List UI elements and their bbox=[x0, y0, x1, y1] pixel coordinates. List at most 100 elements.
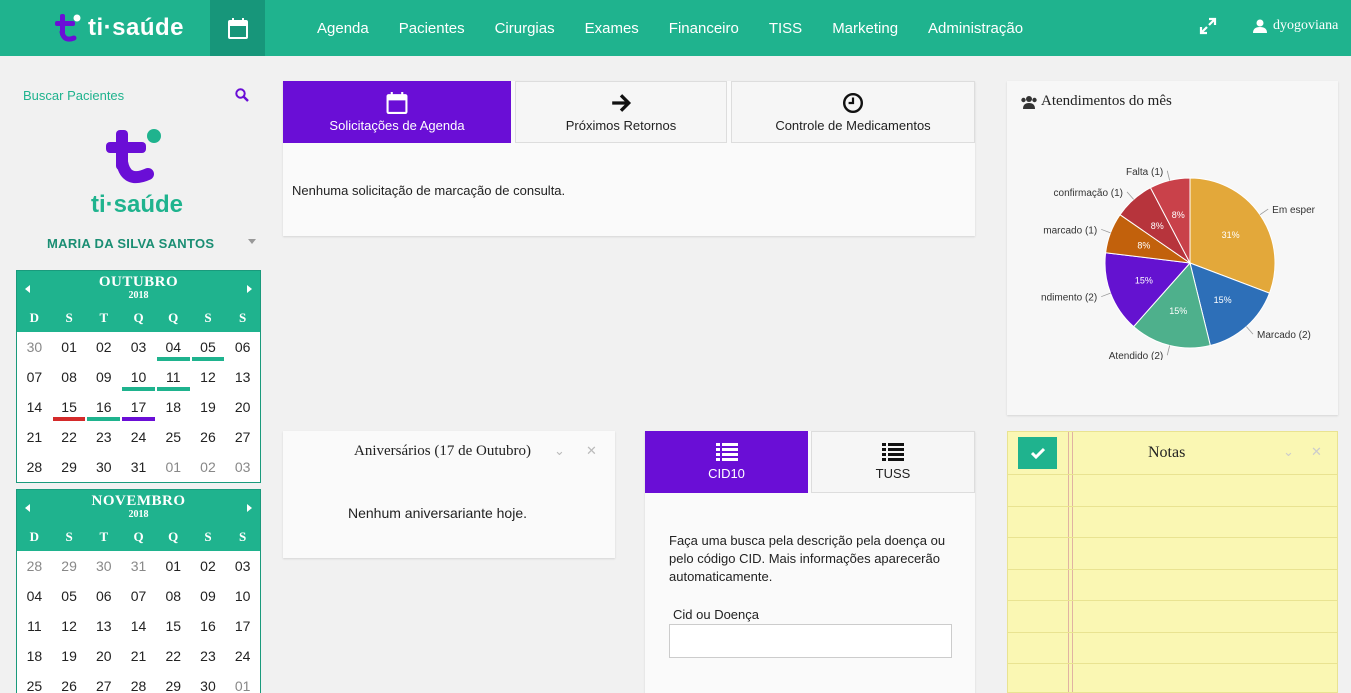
calendar-day[interactable]: 22 bbox=[52, 422, 87, 452]
calendar-button[interactable] bbox=[210, 0, 265, 56]
calendar-day[interactable]: 24 bbox=[121, 422, 156, 452]
calendar-day[interactable]: 01 bbox=[52, 332, 87, 362]
prev-month-icon[interactable] bbox=[25, 504, 30, 512]
calendar-day[interactable]: 17 bbox=[121, 392, 156, 422]
calendar-day[interactable]: 27 bbox=[86, 671, 121, 693]
calendar-day[interactable]: 15 bbox=[156, 611, 191, 641]
calendar-day[interactable]: 13 bbox=[225, 362, 260, 392]
calendar-day[interactable]: 03 bbox=[225, 452, 260, 482]
next-month-icon[interactable] bbox=[247, 285, 252, 293]
calendar-day[interactable]: 20 bbox=[86, 641, 121, 671]
calendar-day[interactable]: 02 bbox=[191, 452, 226, 482]
calendar-day[interactable]: 16 bbox=[191, 611, 226, 641]
calendar-day[interactable]: 01 bbox=[225, 671, 260, 693]
calendar-day[interactable]: 31 bbox=[121, 452, 156, 482]
search-icon[interactable] bbox=[235, 88, 249, 102]
menu-agenda[interactable]: Agenda bbox=[317, 20, 369, 37]
calendar-day[interactable]: 02 bbox=[86, 332, 121, 362]
close-icon[interactable]: ✕ bbox=[1311, 444, 1322, 460]
tab-proximos-retornos[interactable]: Próximos Retornos bbox=[515, 81, 727, 143]
calendar-day[interactable]: 11 bbox=[156, 362, 191, 392]
patient-selector[interactable]: MARIA DA SILVA SANTOS bbox=[30, 236, 260, 254]
calendar-day[interactable]: 30 bbox=[17, 332, 52, 362]
menu-exames[interactable]: Exames bbox=[585, 20, 639, 37]
calendar-day[interactable]: 20 bbox=[225, 392, 260, 422]
brand-logo[interactable]: ti·saúde bbox=[54, 8, 184, 48]
calendar-day[interactable]: 22 bbox=[156, 641, 191, 671]
expand-icon[interactable] bbox=[1198, 16, 1218, 36]
patient-search[interactable]: Buscar Pacientes bbox=[23, 88, 253, 108]
tab-solicitacoes[interactable]: Solicitações de Agenda bbox=[283, 81, 511, 143]
calendar-day[interactable]: 07 bbox=[121, 581, 156, 611]
calendar-day[interactable]: 23 bbox=[86, 422, 121, 452]
calendar-day[interactable]: 25 bbox=[156, 422, 191, 452]
calendar-day[interactable]: 18 bbox=[156, 392, 191, 422]
calendar-day[interactable]: 06 bbox=[86, 581, 121, 611]
calendar-day[interactable]: 03 bbox=[121, 332, 156, 362]
calendar-day[interactable]: 27 bbox=[225, 422, 260, 452]
calendar-day[interactable]: 11 bbox=[17, 611, 52, 641]
menu-pacientes[interactable]: Pacientes bbox=[399, 20, 465, 37]
close-icon[interactable]: ✕ bbox=[586, 443, 597, 459]
prev-month-icon[interactable] bbox=[25, 285, 30, 293]
calendar-day[interactable]: 01 bbox=[156, 452, 191, 482]
calendar-day[interactable]: 30 bbox=[86, 551, 121, 581]
next-month-icon[interactable] bbox=[247, 504, 252, 512]
calendar-day[interactable]: 12 bbox=[52, 611, 87, 641]
calendar-day[interactable]: 07 bbox=[17, 362, 52, 392]
calendar-day[interactable]: 26 bbox=[52, 671, 87, 693]
calendar-day[interactable]: 05 bbox=[191, 332, 226, 362]
calendar-day[interactable]: 30 bbox=[86, 452, 121, 482]
calendar-day[interactable]: 18 bbox=[17, 641, 52, 671]
collapse-icon[interactable]: ⌄ bbox=[1283, 444, 1294, 460]
calendar-day[interactable]: 08 bbox=[156, 581, 191, 611]
tab-cid10[interactable]: CID10 bbox=[645, 431, 808, 493]
calendar-day[interactable]: 17 bbox=[225, 611, 260, 641]
calendar-day[interactable]: 08 bbox=[52, 362, 87, 392]
menu-cirurgias[interactable]: Cirurgias bbox=[495, 20, 555, 37]
calendar-day[interactable]: 15 bbox=[52, 392, 87, 422]
calendar-day[interactable]: 25 bbox=[17, 671, 52, 693]
calendar-day[interactable]: 28 bbox=[17, 551, 52, 581]
calendar-day[interactable]: 10 bbox=[121, 362, 156, 392]
calendar-day[interactable]: 09 bbox=[86, 362, 121, 392]
menu-tiss[interactable]: TISS bbox=[769, 20, 802, 37]
calendar-day[interactable]: 19 bbox=[191, 392, 226, 422]
calendar-day[interactable]: 04 bbox=[156, 332, 191, 362]
calendar-day[interactable]: 02 bbox=[191, 551, 226, 581]
calendar-day[interactable]: 21 bbox=[17, 422, 52, 452]
calendar-day[interactable]: 10 bbox=[225, 581, 260, 611]
search-input[interactable]: Buscar Pacientes bbox=[23, 88, 124, 103]
calendar-day[interactable]: 26 bbox=[191, 422, 226, 452]
calendar-day[interactable]: 29 bbox=[52, 551, 87, 581]
cid-search-input[interactable] bbox=[669, 624, 952, 658]
menu-financeiro[interactable]: Financeiro bbox=[669, 20, 739, 37]
calendar-day[interactable]: 23 bbox=[191, 641, 226, 671]
tab-tuss[interactable]: TUSS bbox=[811, 431, 975, 493]
calendar-day[interactable]: 24 bbox=[225, 641, 260, 671]
menu-administracao[interactable]: Administração bbox=[928, 20, 1023, 37]
tab-controle-medicamentos[interactable]: Controle de Medicamentos bbox=[731, 81, 975, 143]
collapse-icon[interactable]: ⌄ bbox=[554, 443, 565, 459]
calendar-day[interactable]: 19 bbox=[52, 641, 87, 671]
calendar-day[interactable]: 13 bbox=[86, 611, 121, 641]
calendar-day[interactable]: 31 bbox=[121, 551, 156, 581]
calendar-day[interactable]: 29 bbox=[52, 452, 87, 482]
calendar-day[interactable]: 29 bbox=[156, 671, 191, 693]
calendar-day[interactable]: 12 bbox=[191, 362, 226, 392]
calendar-day[interactable]: 01 bbox=[156, 551, 191, 581]
calendar-day[interactable]: 14 bbox=[121, 611, 156, 641]
calendar-day[interactable]: 30 bbox=[191, 671, 226, 693]
calendar-day[interactable]: 09 bbox=[191, 581, 226, 611]
calendar-day[interactable]: 14 bbox=[17, 392, 52, 422]
calendar-day[interactable]: 21 bbox=[121, 641, 156, 671]
calendar-day[interactable]: 03 bbox=[225, 551, 260, 581]
calendar-day[interactable]: 16 bbox=[86, 392, 121, 422]
user-menu[interactable]: dyogoviana bbox=[1253, 18, 1338, 34]
calendar-day[interactable]: 28 bbox=[17, 452, 52, 482]
save-note-button[interactable] bbox=[1018, 437, 1057, 469]
calendar-day[interactable]: 04 bbox=[17, 581, 52, 611]
calendar-day[interactable]: 05 bbox=[52, 581, 87, 611]
calendar-day[interactable]: 06 bbox=[225, 332, 260, 362]
calendar-day[interactable]: 28 bbox=[121, 671, 156, 693]
